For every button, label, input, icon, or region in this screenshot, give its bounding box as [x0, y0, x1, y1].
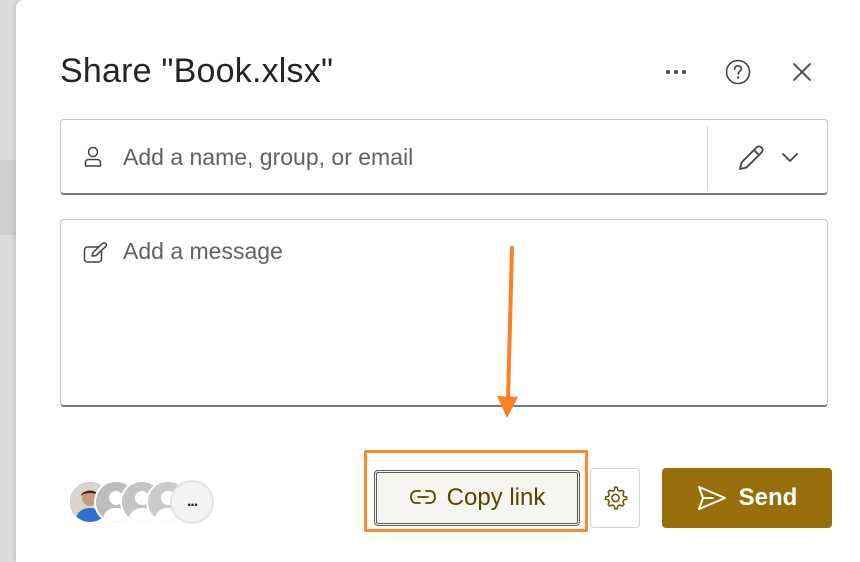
copy-link-label: Copy link: [446, 484, 546, 511]
more-horizontal-icon: [666, 70, 686, 74]
shared-with-avatars[interactable]: ...: [68, 480, 218, 524]
message-input[interactable]: [123, 238, 803, 388]
field-divider: [707, 126, 708, 190]
send-label: Send: [738, 484, 798, 511]
permission-dropdown-button[interactable]: [721, 134, 829, 182]
share-dialog: Share "Book.xlsx" Add a name, group, or …: [16, 0, 860, 562]
dialog-title: Share "Book.xlsx": [60, 52, 334, 90]
help-button[interactable]: [722, 56, 754, 88]
pencil-edit-icon: [735, 142, 767, 179]
compose-icon: [83, 242, 108, 269]
chevron-down-icon: [781, 150, 799, 168]
more-options-button[interactable]: [660, 56, 692, 88]
message-field[interactable]: [60, 219, 828, 407]
gear-icon: [604, 486, 628, 510]
send-icon: [697, 486, 726, 510]
recipients-field[interactable]: [60, 119, 828, 195]
recipients-input[interactable]: [123, 138, 683, 176]
question-circle-icon: [725, 59, 751, 85]
link-icon: [409, 484, 437, 512]
copy-link-button[interactable]: Copy link: [374, 470, 580, 526]
dismiss-icon: [793, 63, 811, 81]
link-settings-button[interactable]: [590, 468, 640, 528]
send-button[interactable]: Send: [662, 468, 832, 528]
close-button[interactable]: [786, 56, 818, 88]
person-icon: [83, 146, 103, 173]
more-people-button[interactable]: ...: [170, 480, 214, 524]
